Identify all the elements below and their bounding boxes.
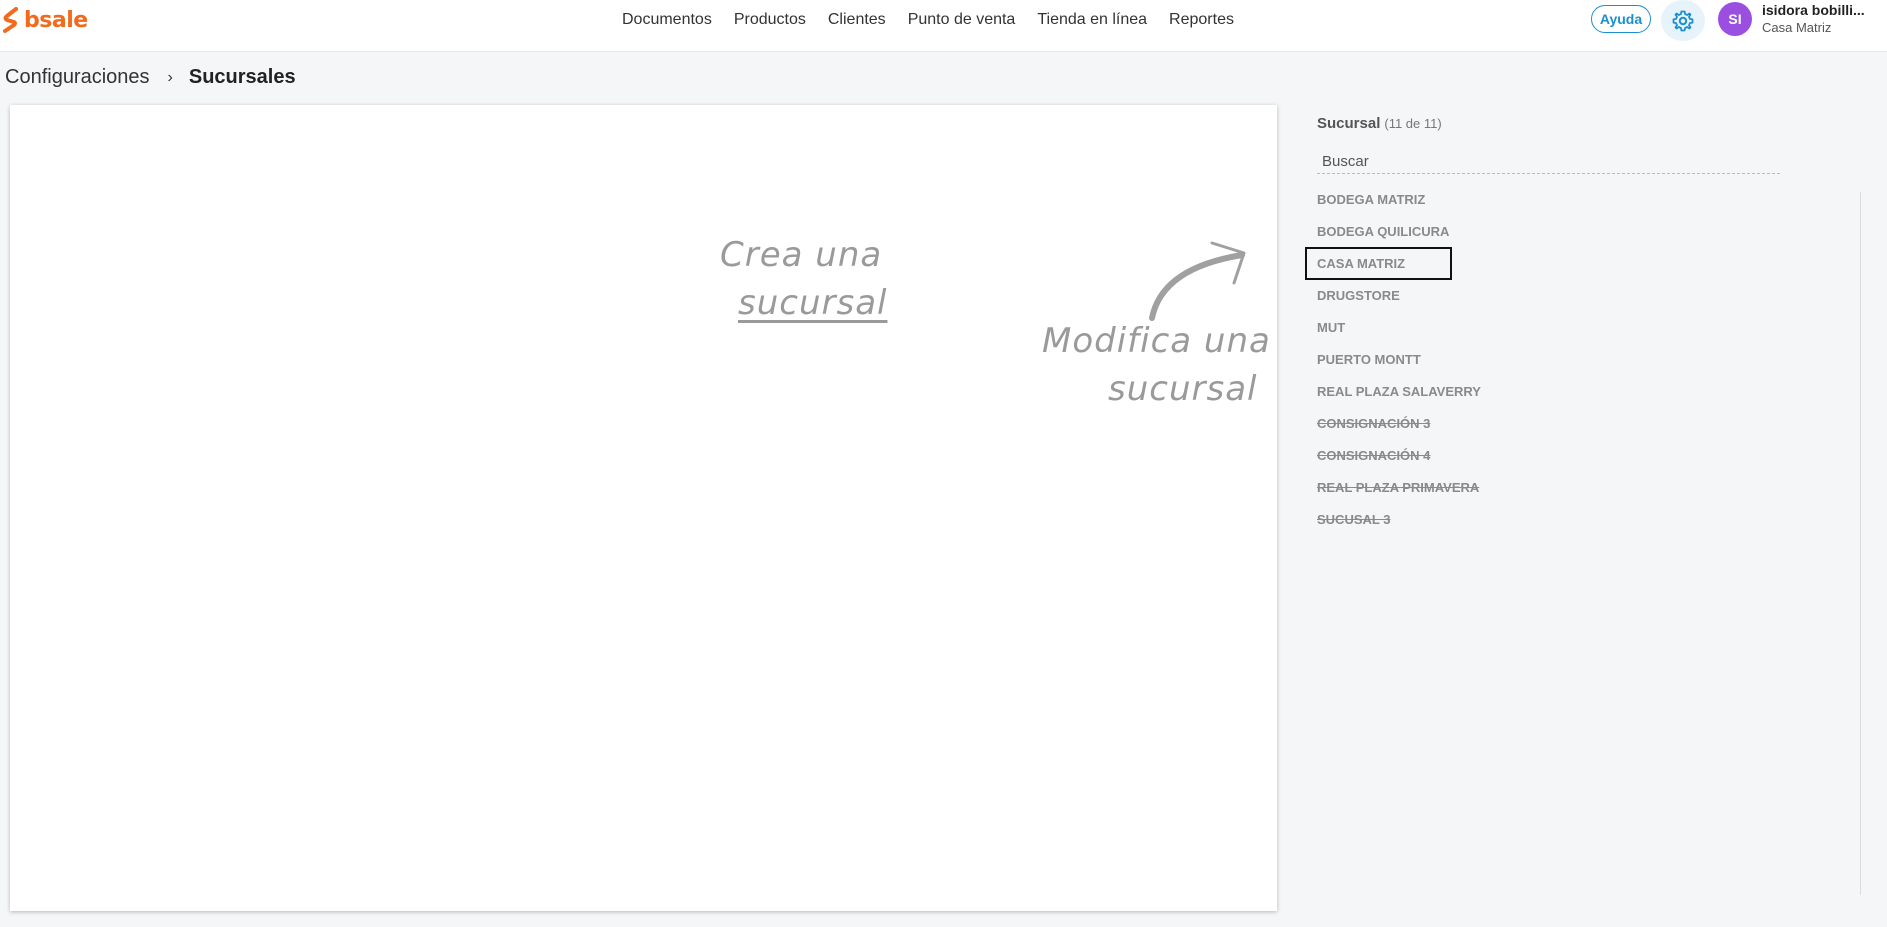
nav-tienda-en-linea[interactable]: Tienda en línea [1026, 9, 1158, 31]
branch-item-drugstore[interactable]: DRUGSTORE [1317, 288, 1400, 303]
nav-punto-de-venta[interactable]: Punto de venta [897, 9, 1027, 31]
user-name[interactable]: isidora bobilli... [1762, 2, 1865, 18]
gear-icon [1672, 10, 1694, 31]
help-button[interactable]: Ayuda [1591, 5, 1651, 33]
create-branch-hint: Crea una [720, 235, 883, 275]
breadcrumb-configuraciones[interactable]: Configuraciones [5, 66, 150, 89]
nav-clientes[interactable]: Clientes [817, 9, 897, 31]
branch-item-bodega-matriz[interactable]: BODEGA MATRIZ [1317, 192, 1425, 207]
user-avatar[interactable]: SI [1718, 2, 1752, 36]
user-branch: Casa Matriz [1762, 20, 1832, 35]
main-nav: Documentos Productos Clientes Punto de v… [611, 9, 1245, 31]
modify-branch-hint: Modifica una [1042, 321, 1271, 361]
branch-list-title: Sucursal (11 de 11) [1317, 115, 1442, 132]
scrollbar-track[interactable] [1860, 192, 1861, 895]
branch-item-real-plaza-salaverry[interactable]: REAL PLAZA SALAVERRY [1317, 384, 1481, 399]
branch-item-sucusal-3[interactable]: SUCUSAL 3 [1317, 512, 1390, 527]
curved-arrow-icon [1149, 241, 1246, 321]
branch-count: (11 de 11) [1384, 116, 1442, 131]
nav-reportes[interactable]: Reportes [1158, 9, 1245, 31]
create-branch-link[interactable]: sucursal [738, 283, 887, 323]
main-panel: Crea una sucursal Modifica una sucursal [10, 105, 1277, 911]
breadcrumb: Configuraciones › Sucursales [5, 66, 296, 89]
page-title: Sucursales [188, 66, 296, 88]
bsale-logo[interactable]: bsale [2, 6, 88, 34]
branch-item-bodega-quilicura[interactable]: BODEGA QUILICURA [1317, 224, 1449, 239]
branch-item-puerto-montt[interactable]: PUERTO MONTT [1317, 352, 1421, 367]
branch-search-input[interactable] [1317, 150, 1780, 174]
modify-branch-hint-2: sucursal [1108, 369, 1258, 409]
branch-item-casa-matriz[interactable]: CASA MATRIZ [1304, 247, 1453, 280]
logo-text: bsale [24, 7, 88, 33]
bsale-logo-icon [3, 7, 18, 33]
branch-item-real-plaza-primavera[interactable]: REAL PLAZA PRIMAVERA [1317, 480, 1479, 495]
settings-button[interactable] [1661, 0, 1705, 41]
nav-documentos[interactable]: Documentos [611, 9, 723, 31]
top-bar: bsale Documentos Productos Clientes Punt… [0, 0, 1887, 52]
branch-item-consignacion-3[interactable]: CONSIGNACIÓN 3 [1317, 416, 1430, 431]
chevron-right-icon: › [167, 68, 173, 86]
branch-item-consignacion-4[interactable]: CONSIGNACIÓN 4 [1317, 448, 1430, 463]
nav-productos[interactable]: Productos [723, 9, 817, 31]
branch-list-label: Sucursal [1317, 115, 1381, 132]
branch-item-mut[interactable]: MUT [1317, 320, 1345, 335]
